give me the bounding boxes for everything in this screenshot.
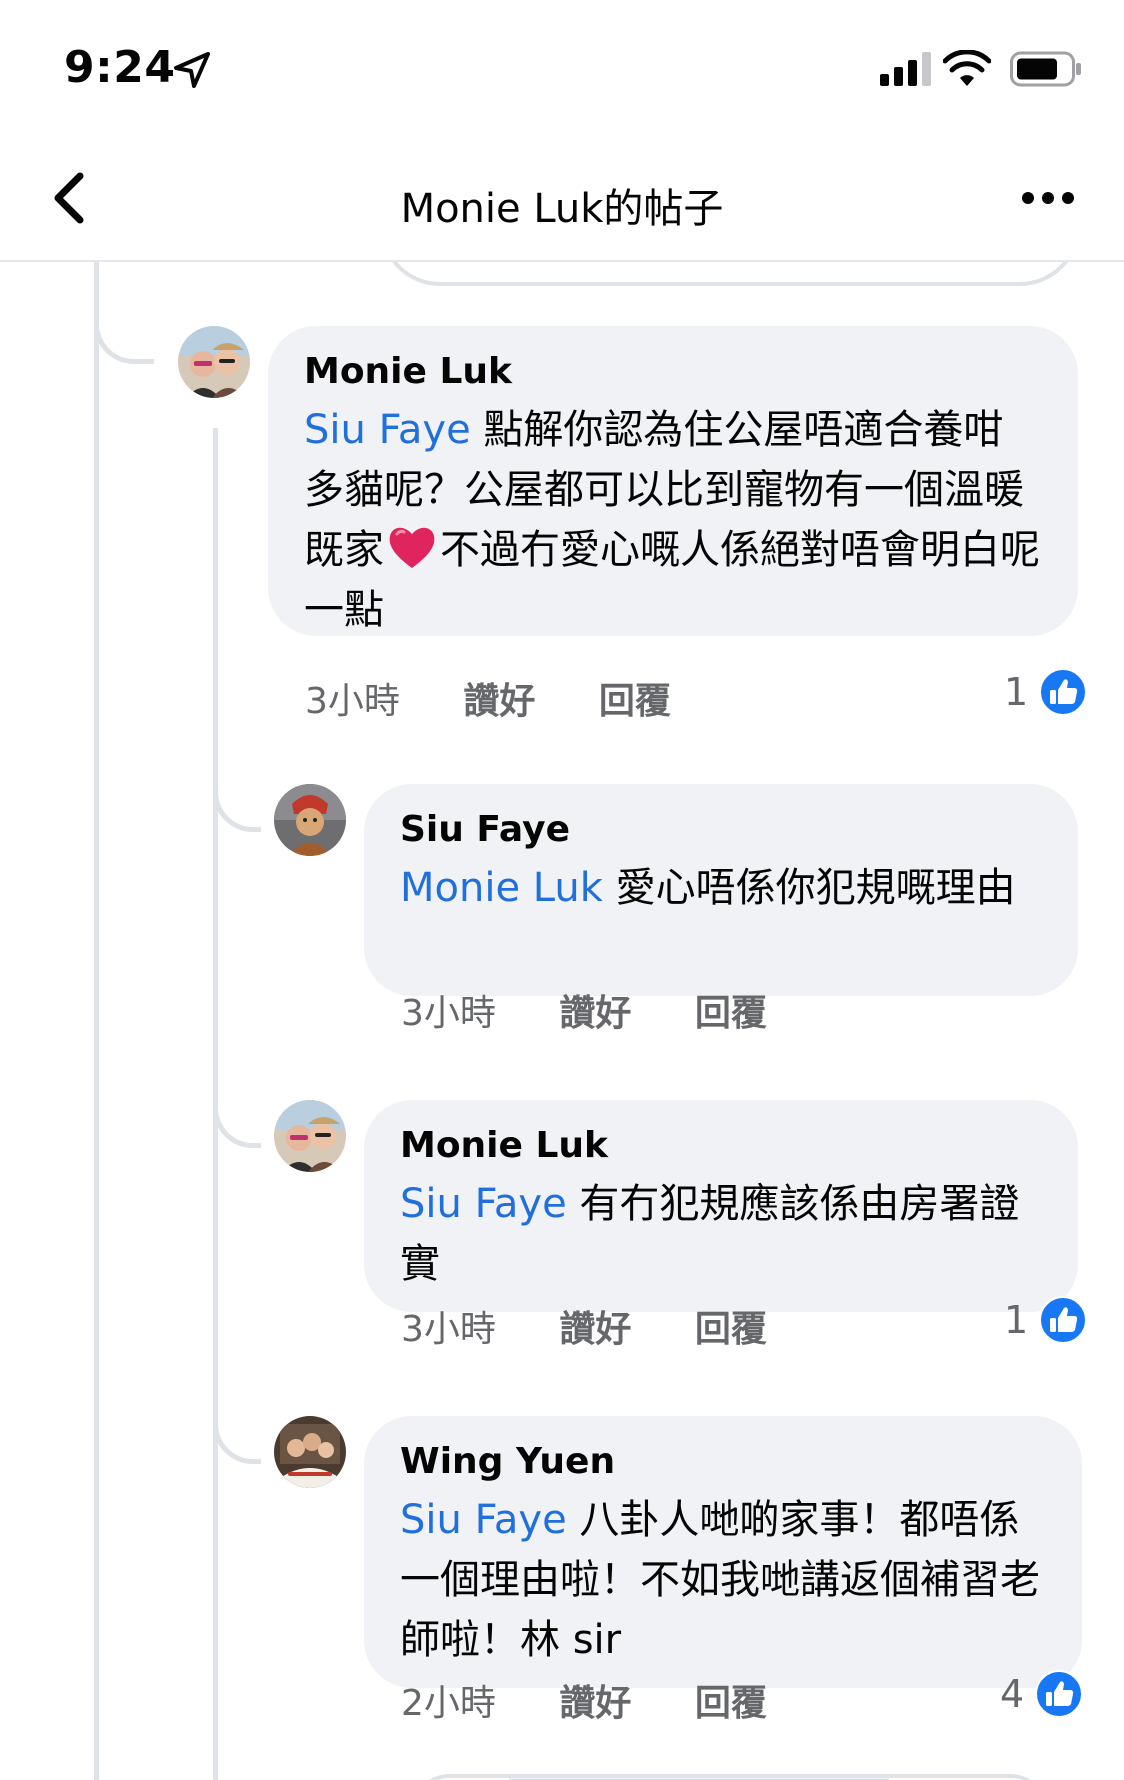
avatar-photo-icon — [274, 1416, 346, 1488]
comment-body: 愛心唔係你犯規嘅理由 — [602, 865, 1016, 911]
comment-actions: 3小時 讚好 回覆 — [401, 1300, 767, 1352]
comment-time: 3小時 — [401, 1309, 496, 1350]
thread-connector — [213, 1414, 261, 1464]
reaction-summary[interactable]: 1 — [1004, 667, 1088, 717]
page-title: Monie Luk的帖子 — [400, 186, 724, 232]
comment-time: 2小時 — [401, 1683, 496, 1724]
like-button[interactable]: 讚好 — [559, 1674, 631, 1726]
like-reaction-icon — [1039, 1296, 1088, 1344]
comment-actions: 3小時 讚好 回覆 — [401, 984, 767, 1036]
reply-button[interactable]: 回覆 — [599, 672, 671, 724]
comment-actions: 3小時 讚好 回覆 — [305, 672, 671, 724]
comment-bubble[interactable]: Siu Faye Monie Luk 愛心唔係你犯規嘅理由 — [364, 784, 1078, 996]
avatar-photo-icon — [274, 1100, 346, 1172]
previous-comment-bubble-edge — [380, 262, 1080, 286]
thread-connector — [213, 782, 261, 832]
comment-author[interactable]: Monie Luk — [304, 350, 1042, 394]
avatar[interactable] — [178, 326, 250, 398]
comment-thread[interactable]: Monie Luk Siu Faye 點解你認為住公屋唔適合養咁多貓呢？公屋都可… — [0, 262, 1124, 1780]
avatar[interactable] — [274, 1416, 346, 1488]
mention-link[interactable]: Siu Faye — [400, 1181, 567, 1227]
avatar-photo-icon — [178, 326, 250, 398]
like-reaction-icon — [1039, 668, 1088, 716]
comment-author[interactable]: Monie Luk — [400, 1124, 1042, 1168]
reaction-summary[interactable]: 4 — [1000, 1669, 1084, 1719]
wifi-icon — [943, 50, 991, 86]
more-icon[interactable] — [1020, 186, 1076, 210]
reaction-summary[interactable]: 1 — [1004, 1295, 1088, 1345]
reply-button[interactable]: 回覆 — [695, 1300, 767, 1352]
comment-text: Monie Luk 愛心唔係你犯規嘅理由 — [400, 858, 1042, 918]
comment-author[interactable]: Wing Yuen — [400, 1440, 1046, 1484]
signal-icon — [880, 52, 931, 86]
avatar-photo-icon — [274, 784, 346, 856]
like-reaction-icon — [1035, 1670, 1084, 1718]
next-comment-bubble-edge — [410, 1774, 1050, 1780]
location-arrow-icon — [174, 52, 210, 88]
comment-bubble[interactable]: Wing Yuen Siu Faye 八卦人哋啲家事！都唔係一個理由啦！不如我哋… — [364, 1416, 1082, 1688]
mention-link[interactable]: Monie Luk — [400, 865, 603, 911]
comment-time: 3小時 — [305, 681, 400, 722]
mention-link[interactable]: Siu Faye — [400, 1497, 567, 1543]
status-time: 9:24 — [64, 42, 176, 93]
comment-text: Siu Faye 八卦人哋啲家事！都唔係一個理由啦！不如我哋講返個補習老師啦！林… — [400, 1490, 1046, 1670]
reply-button[interactable]: 回覆 — [695, 1674, 767, 1726]
avatar[interactable] — [274, 784, 346, 856]
reaction-count: 4 — [1000, 1672, 1025, 1716]
reply-button[interactable]: 回覆 — [695, 984, 767, 1036]
battery-icon — [1010, 51, 1081, 87]
reaction-count: 1 — [1004, 670, 1029, 714]
thread-connector — [94, 262, 154, 364]
comment-text: Siu Faye 點解你認為住公屋唔適合養咁多貓呢？公屋都可以比到寵物有一個溫暖… — [304, 400, 1042, 640]
comment-time: 3小時 — [401, 993, 496, 1034]
thread-line-main — [94, 262, 99, 1780]
mention-link[interactable]: Siu Faye — [304, 407, 471, 453]
comment-author[interactable]: Siu Faye — [400, 808, 1042, 852]
reaction-count: 1 — [1004, 1298, 1029, 1342]
status-bar: 9:24 — [0, 0, 1124, 130]
comment-bubble[interactable]: Monie Luk Siu Faye 有冇犯規應該係由房署證實 — [364, 1100, 1078, 1312]
like-button[interactable]: 讚好 — [559, 984, 631, 1036]
thread-connector — [213, 1098, 261, 1148]
comment-actions: 2小時 讚好 回覆 — [401, 1674, 767, 1726]
heart-emoji-icon — [389, 527, 435, 568]
post-header: Monie Luk的帖子 — [0, 130, 1124, 262]
comment-bubble[interactable]: Monie Luk Siu Faye 點解你認為住公屋唔適合養咁多貓呢？公屋都可… — [268, 326, 1078, 636]
avatar[interactable] — [274, 1100, 346, 1172]
comment-text: Siu Faye 有冇犯規應該係由房署證實 — [400, 1174, 1042, 1294]
like-button[interactable]: 讚好 — [559, 1300, 631, 1352]
like-button[interactable]: 讚好 — [463, 672, 535, 724]
